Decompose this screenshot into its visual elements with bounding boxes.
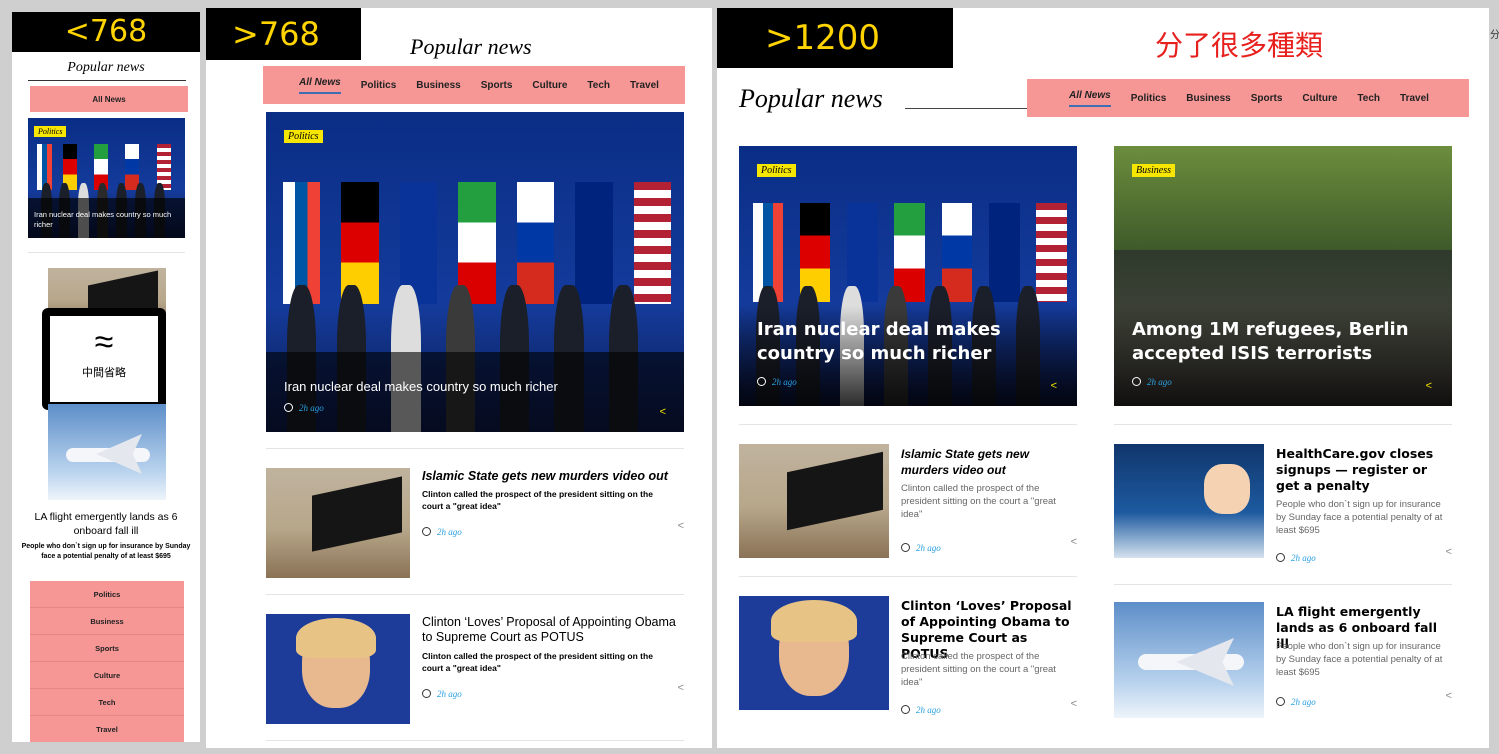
isis-row[interactable]: Islamic State gets new murders video out… <box>266 468 684 578</box>
iran-card[interactable]: Politics Iran nuclear deal makes country… <box>266 112 684 432</box>
clock-icon <box>757 377 766 386</box>
nav-item-business[interactable]: Business <box>30 608 184 635</box>
nav-item-politics[interactable]: Politics <box>30 581 184 608</box>
nav-item-politics[interactable]: Politics <box>1131 93 1167 104</box>
nav-item-culture[interactable]: Culture <box>532 80 567 91</box>
article-time: 2h ago <box>299 403 324 413</box>
nav-item-all-news[interactable]: All News <box>1069 90 1111 107</box>
page-title: Popular news <box>410 34 532 59</box>
article-image <box>739 444 889 558</box>
category-tag: Politics <box>757 164 796 177</box>
mobile-nav-list: Politics Business Sports Culture Tech Tr… <box>30 581 184 742</box>
share-icon[interactable]: < <box>1446 546 1452 558</box>
edge-text: 分 <box>1490 30 1499 41</box>
article-title: Islamic State gets new murders video out <box>901 447 1030 477</box>
clock-icon <box>1276 697 1285 706</box>
clinton-row[interactable]: Clinton ‘Loves’ Proposal of Appointing O… <box>739 596 1077 715</box>
isis-row[interactable]: Islamic State gets new murders video out… <box>739 444 1077 558</box>
share-icon[interactable]: < <box>1446 690 1452 702</box>
share-icon[interactable]: < <box>1051 380 1057 392</box>
category-nav: All News Politics Business Sports Cultur… <box>1027 79 1469 117</box>
nav-item-culture[interactable]: Culture <box>1302 93 1337 104</box>
nav-item-politics[interactable]: Politics <box>361 80 397 91</box>
breakpoint-label-small: <768 <box>12 12 200 52</box>
article-image <box>739 596 889 710</box>
article-title: LA flight emergently lands as 6 onboard … <box>34 511 178 537</box>
annotation-text: 分了很多種類 <box>1155 29 1324 62</box>
share-icon[interactable]: < <box>660 406 666 418</box>
healthcare-row[interactable]: HealthCare.gov closes signups — register… <box>1114 444 1452 563</box>
article-title: Iran nuclear deal makes country so much … <box>34 210 172 229</box>
share-icon[interactable]: < <box>1071 536 1077 548</box>
category-nav: All News Politics Business Sports Cultur… <box>263 66 685 104</box>
clock-icon <box>422 689 431 698</box>
desktop-layout-panel: >1200 分了很多種類 Popular news All News Polit… <box>717 8 1489 748</box>
la-row[interactable]: LA flight emergently lands as 6 onboard … <box>1114 602 1452 718</box>
breakpoint-label-large: >1200 <box>717 8 953 68</box>
article-title: Iran nuclear deal makes country so much … <box>284 379 558 394</box>
nav-item-sports[interactable]: Sports <box>481 80 513 91</box>
refugees-card[interactable]: Business Among 1M refugees, Berlin accep… <box>1114 146 1452 406</box>
article-image <box>266 614 410 724</box>
nav-item-travel[interactable]: Travel <box>30 716 184 742</box>
article-summary: People who don`t sign up for insurance b… <box>1276 641 1443 678</box>
omission-marker: ≈ 中間省略 <box>42 308 166 410</box>
page-title: Popular news <box>739 84 883 113</box>
article-summary: Clinton called the prospect of the presi… <box>422 489 653 511</box>
category-tag: Business <box>1132 164 1175 177</box>
article-summary: Clinton called the prospect of the presi… <box>422 651 653 673</box>
nav-item-business[interactable]: Business <box>1186 93 1230 104</box>
omission-caption: 中間省略 <box>82 366 126 379</box>
clock-icon <box>901 543 910 552</box>
nav-label: All News <box>92 94 126 104</box>
page-title: Popular news <box>67 60 145 75</box>
share-icon[interactable]: < <box>1071 698 1077 710</box>
share-icon[interactable]: < <box>678 682 684 694</box>
article-title: Clinton ‘Loves’ Proposal of Appointing O… <box>422 615 676 644</box>
clock-icon <box>1132 377 1141 386</box>
share-icon[interactable]: < <box>678 520 684 532</box>
approx-icon: ≈ <box>94 323 114 361</box>
article-time: 2h ago <box>1147 377 1172 387</box>
article-title: Among 1M refugees, Berlin accepted ISIS … <box>1132 319 1409 364</box>
share-icon[interactable]: < <box>1426 380 1432 392</box>
la-image[interactable] <box>48 404 166 500</box>
article-summary: Clinton called the prospect of the presi… <box>901 483 1056 520</box>
clock-icon <box>901 705 910 714</box>
nav-item-business[interactable]: Business <box>416 80 460 91</box>
article-title: Iran nuclear deal makes country so much … <box>757 319 1001 364</box>
iran-card[interactable]: Politics Iran nuclear deal makes country… <box>28 118 185 238</box>
nav-item-culture[interactable]: Culture <box>30 662 184 689</box>
clock-icon <box>284 403 293 412</box>
nav-item-travel[interactable]: Travel <box>1400 93 1429 104</box>
nav-item-all-news[interactable]: All News <box>30 86 188 112</box>
article-image <box>266 468 410 578</box>
article-time: 2h ago <box>772 377 797 387</box>
category-tag: Politics <box>34 126 67 137</box>
article-image <box>1114 444 1264 558</box>
clock-icon <box>1276 553 1285 562</box>
breakpoint-label-medium: >768 <box>206 8 361 60</box>
mobile-layout-panel: <768 Popular news All News Politics Iran… <box>12 12 200 742</box>
category-tag: Politics <box>284 130 323 143</box>
nav-item-travel[interactable]: Travel <box>630 80 659 91</box>
nav-item-tech[interactable]: Tech <box>30 689 184 716</box>
nav-item-all-news[interactable]: All News <box>299 77 341 94</box>
article-title: HealthCare.gov closes signups — register… <box>1276 446 1434 493</box>
clock-icon <box>422 527 431 536</box>
nav-item-sports[interactable]: Sports <box>1251 93 1283 104</box>
iran-card[interactable]: Politics Iran nuclear deal makes country… <box>739 146 1077 406</box>
nav-item-tech[interactable]: Tech <box>587 80 610 91</box>
article-title: Islamic State gets new murders video out <box>422 469 668 483</box>
clinton-row[interactable]: Clinton ‘Loves’ Proposal of Appointing O… <box>266 614 684 724</box>
tablet-layout-panel: >768 Popular news All News Politics Busi… <box>206 8 712 748</box>
nav-item-tech[interactable]: Tech <box>1357 93 1380 104</box>
article-image <box>1114 602 1264 718</box>
article-summary: People who don`t sign up for insurance b… <box>1276 499 1443 536</box>
nav-item-sports[interactable]: Sports <box>30 635 184 662</box>
article-summary: Clinton called the prospect of the presi… <box>901 651 1056 688</box>
article-summary: People who don`t sign up for insurance b… <box>21 543 191 560</box>
